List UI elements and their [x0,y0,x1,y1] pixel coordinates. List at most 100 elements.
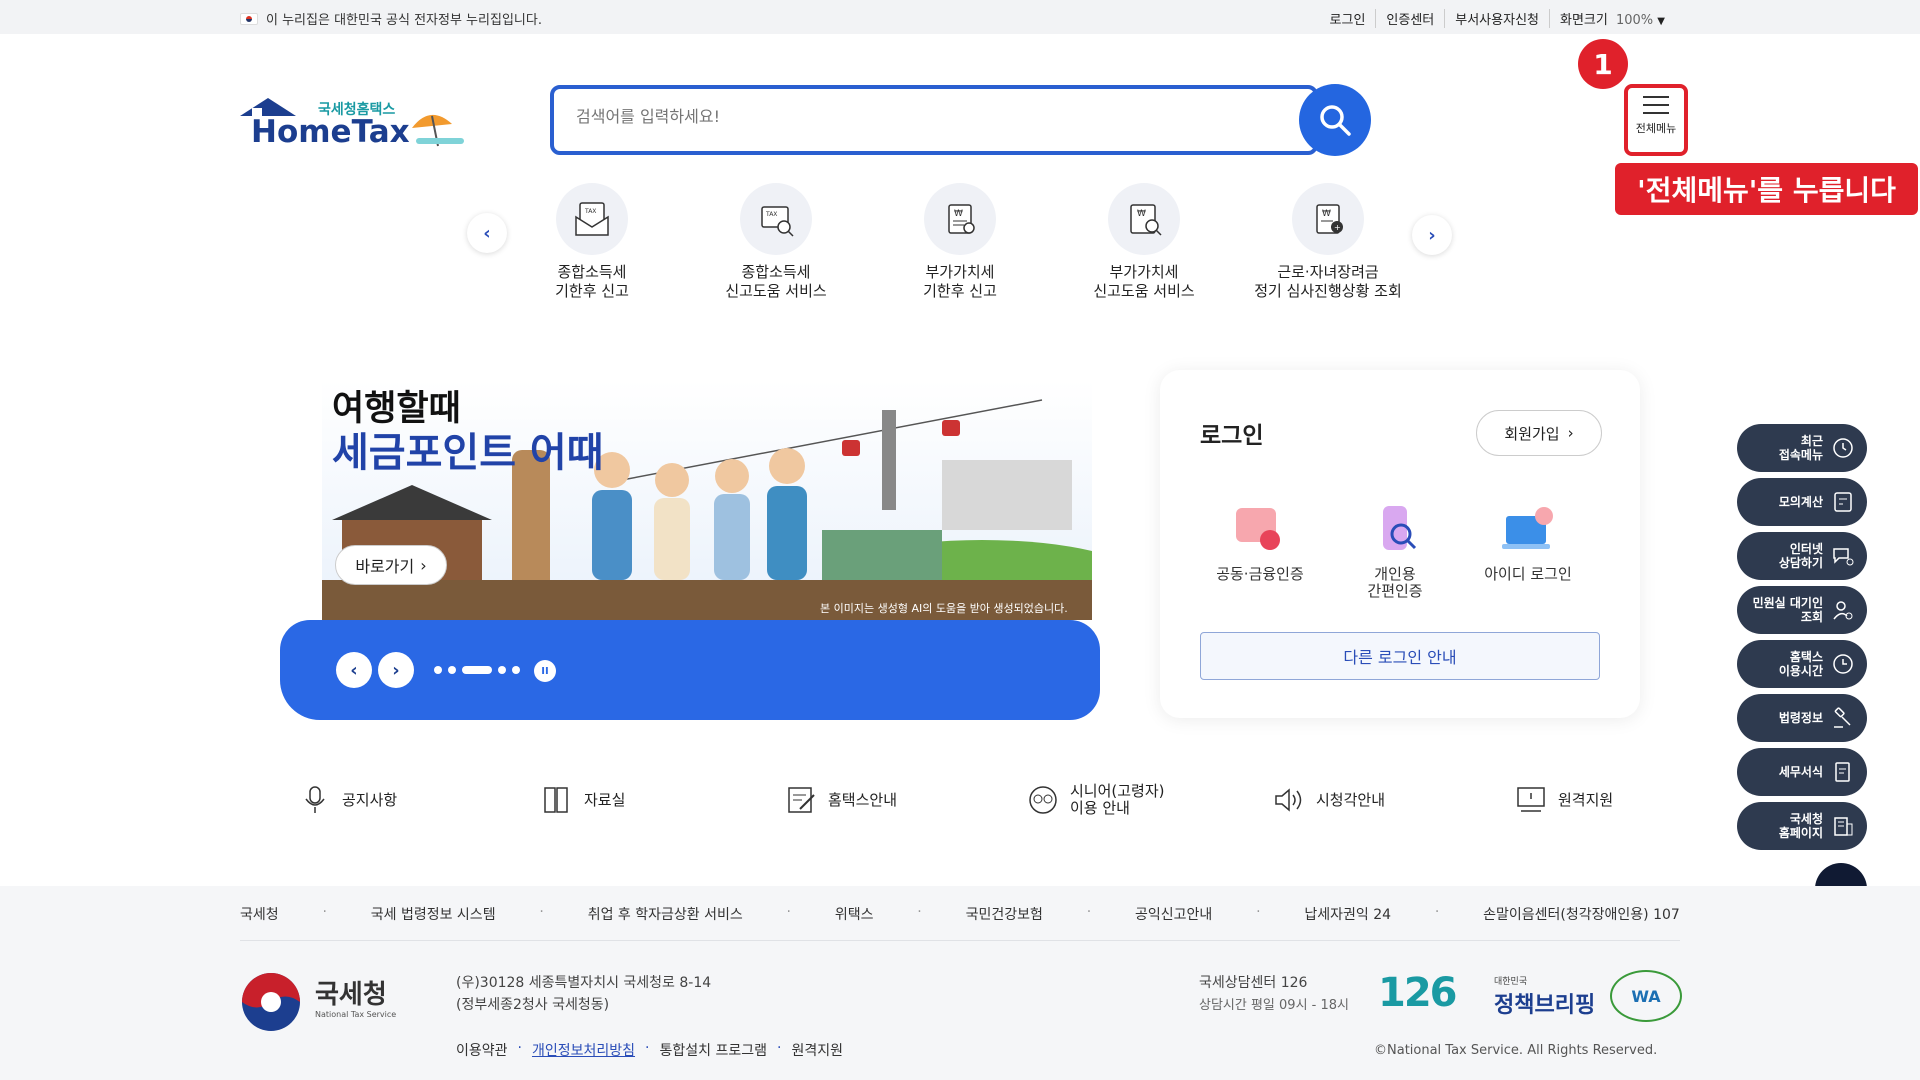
remote-support-footer-link[interactable]: 원격지원 [791,1040,843,1060]
quick-label-1: 부가가치세 [1109,263,1179,281]
waiting-status-button[interactable]: 민원실 대기인 조회 [1737,586,1867,634]
link-label: 자료실 [584,790,626,809]
banner-go-button[interactable]: 바로가기 › [335,545,447,585]
microphone-icon [298,783,332,817]
chevron-down-icon: ▼ [1657,16,1665,27]
screen-size-control[interactable]: 화면크기 100% ▼ [1549,9,1675,28]
service-hours-button[interactable]: 홈택스 이용시간 [1737,640,1867,688]
cert-center-link[interactable]: 인증센터 [1375,9,1444,28]
quick-label-1: 부가가치세 [925,263,995,281]
monitor-icon [1514,783,1548,817]
dept-user-link[interactable]: 부서사용자신청 [1444,9,1549,28]
search-button[interactable] [1299,84,1371,156]
audiovisual-guide-link[interactable]: 시청각안내 [1272,783,1385,817]
quick-item[interactable]: ₩ 부가가치세 기한후 신고 [868,183,1052,301]
footer-link[interactable]: 취업 후 학자금상환 서비스 [588,904,743,924]
simple-auth-icon [1360,500,1430,560]
hometax-guide-link[interactable]: 홈택스안내 [784,783,897,817]
quick-label-1: 종합소득세 [557,263,627,281]
policy-briefing-logo[interactable]: 대한민국 정책브리핑 [1494,974,1595,1019]
search-input[interactable] [576,107,1226,126]
quick-item[interactable]: ₩ + 근로·자녀장려금 정기 심사진행상황 조회 [1236,183,1420,301]
pause-button[interactable]: II [534,660,556,682]
tax-forms-button[interactable]: 세무서식 [1737,748,1867,796]
terms-link[interactable]: 이용약관 [456,1040,508,1060]
korea-flag-icon [240,12,258,25]
archive-link[interactable]: 자료실 [540,783,625,817]
footer-link[interactable]: 납세자권익 24 [1304,904,1391,924]
login-link[interactable]: 로그인 [1320,9,1376,28]
all-menu-label: 전체메뉴 [1635,122,1677,135]
policy-links: 이용약관 · 개인정보처리방침 · 통합설치 프로그램 · 원격지원 [456,1040,843,1060]
brief-big: 정책브리핑 [1494,993,1596,1018]
side-label-2: 접속메뉴 [1778,448,1823,462]
privacy-link[interactable]: 개인정보처리방침 [532,1040,635,1060]
footer-link[interactable]: 국세 법령정보 시스템 [371,904,496,924]
archive-icon [540,783,574,817]
simple-auth-login[interactable]: 개인용 간편인증 [1330,500,1460,600]
banner-pagination[interactable] [434,666,520,674]
side-label-1: 모의계산 [1778,495,1823,509]
person-search-icon [1833,601,1853,620]
calculator-icon [1834,492,1852,512]
banner-next-button[interactable]: › [378,652,414,688]
quick-item[interactable]: TAX 종합소득세 신고도움 서비스 [684,183,868,301]
gavel-icon [1834,707,1851,728]
clock-icon [1833,438,1853,458]
banner-controls: ‹ › II [280,620,1100,720]
option-label: 공동·금융인증 [1216,565,1304,583]
link-label: 시청각안내 [1316,790,1386,809]
id-login-icon [1493,500,1563,560]
chevron-right-icon: › [1428,224,1436,246]
side-label-2: 상담하기 [1778,556,1823,570]
other-login-button[interactable]: 다른 로그인 안내 [1200,632,1600,680]
recent-menu-button[interactable]: 최근 접속메뉴 [1737,424,1867,472]
senior-guide-link[interactable]: 시니어(고령자) 이용 안내 [1026,783,1165,817]
footer-link[interactable]: 국민건강보험 [966,904,1043,924]
quick-item[interactable]: TAX 종합소득세 기한후 신고 [500,183,684,301]
footer-links: 국세청 · 국세 법령정보 시스템 · 취업 후 학자금상환 서비스 · 위택스 · 국… [240,904,1680,924]
logo-126[interactable]: 126 [1378,970,1457,1016]
remote-support-link[interactable]: 원격지원 [1514,783,1613,817]
option-label-1: 개인용 [1374,565,1416,583]
footer-divider [240,940,1680,941]
login-panel: 로그인 회원가입 › 공동·금융인증 개인용 간편인증 아이디 로그인 다른 로그인… [1160,370,1640,718]
footer-link[interactable]: 공익신고안내 [1135,904,1212,924]
footer-link[interactable]: 손말이음센터(청각장애인용) 107 [1483,904,1680,924]
svg-text:TAX: TAX [584,208,596,215]
link-label: 원격지원 [1558,790,1614,809]
login-title: 로그인 [1200,423,1264,449]
link-label: 공지사항 [342,790,398,809]
separator: · [539,904,544,920]
gov-notice: 이 누리집은 대한민국 공식 전자정부 누리집입니다. [240,9,542,28]
online-consult-button[interactable]: 인터넷 상담하기 [1737,532,1867,580]
svg-text:₩: ₩ [954,209,963,219]
clock-icon [1833,654,1853,674]
joint-cert-login[interactable]: 공동·금융인증 [1195,500,1325,583]
signup-button[interactable]: 회원가입 › [1476,410,1602,456]
step-badge: 1 [1578,39,1628,89]
notice-link[interactable]: 공지사항 [298,783,397,817]
link-label-1: 시니어(고령자) [1070,782,1165,800]
footer-link[interactable]: 국세청 [240,904,279,924]
law-info-button[interactable]: 법령정보 [1737,694,1867,742]
separator: · [1086,904,1092,920]
hometax-logo[interactable]: 국세청홈택스 HomeTax [238,96,468,152]
all-menu-button[interactable]: 전체메뉴 [1624,84,1688,156]
banner-go-label: 바로가기 [355,557,415,576]
svg-text:₩: ₩ [1137,209,1146,219]
install-program-link[interactable]: 통합설치 프로그램 [659,1040,767,1060]
tax-simulator-button[interactable]: 모의계산 [1737,478,1867,526]
nts-homepage-button[interactable]: 국세청 홈페이지 [1737,802,1867,850]
search-icon [1320,105,1351,136]
quick-item[interactable]: ₩ 부가가치세 신고도움 서비스 [1052,183,1236,301]
footer-link[interactable]: 위택스 [835,904,874,924]
chevron-right-icon: › [392,659,400,681]
banner-prev-button[interactable]: ‹ [336,652,372,688]
link-label: 홈택스안내 [828,790,898,809]
side-label-1: 법령정보 [1778,711,1823,725]
separator: · [1256,904,1261,920]
call-center-title: 국세상담센터 126 [1199,975,1308,991]
incentive-status-icon: ₩ + [1292,183,1364,255]
id-login[interactable]: 아이디 로그인 [1463,500,1593,583]
